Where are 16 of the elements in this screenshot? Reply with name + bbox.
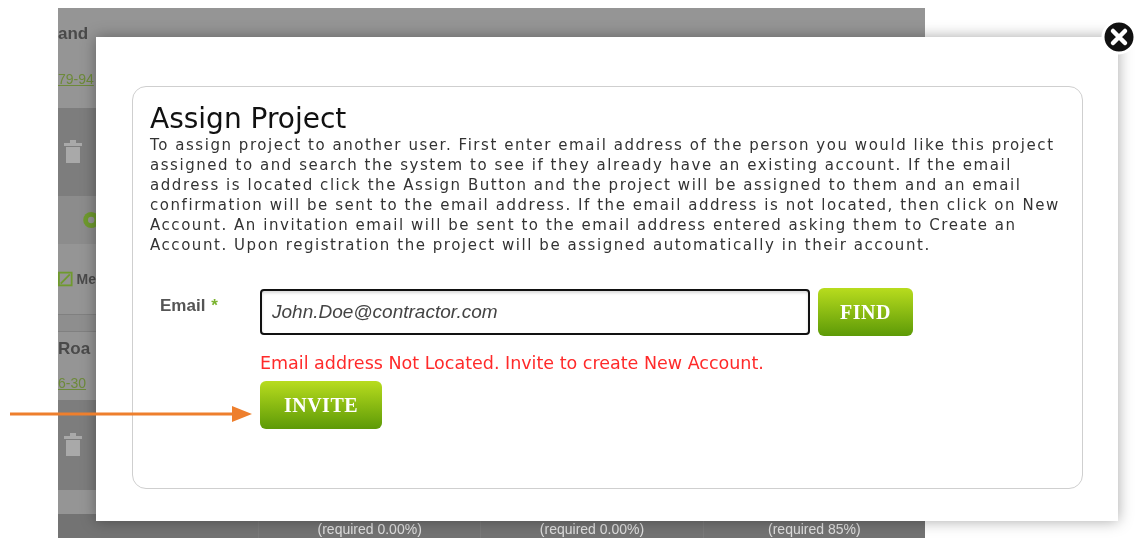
required-mark: * [211,296,218,316]
phone-link[interactable]: 79-94 [58,71,94,87]
page-title: and [58,24,89,44]
email-label: Email [160,296,206,316]
find-button[interactable]: FIND [818,288,913,336]
email-field[interactable]: John.Doe@contractor.com [260,289,810,335]
menu-label: Me [76,271,96,287]
dialog-description: To assign project to another user. First enter email address of the person you would like this project assigned to and search the system to see if they already have an existing account. If the email address is located click the Assign Button and the project will be assigned to them and an email confirmation will be sent to the email address. If the email address is not located, then click on New Account. An invitation email will be sent to the email address entered asking them to Create an Account. Upon registration the project will be assigned automatically in their account. [150,135,1061,255]
invite-button[interactable]: INVITE [260,381,382,429]
trash-icon [63,140,83,164]
error-message: Email address Not Located. Invite to create New Account. [260,353,764,373]
phone-link[interactable]: 6-30 [58,375,87,391]
page-title: Roa [58,339,91,359]
edit-icon [58,271,73,287]
trash-icon [63,433,83,457]
dialog-title: Assign Project [150,103,348,135]
